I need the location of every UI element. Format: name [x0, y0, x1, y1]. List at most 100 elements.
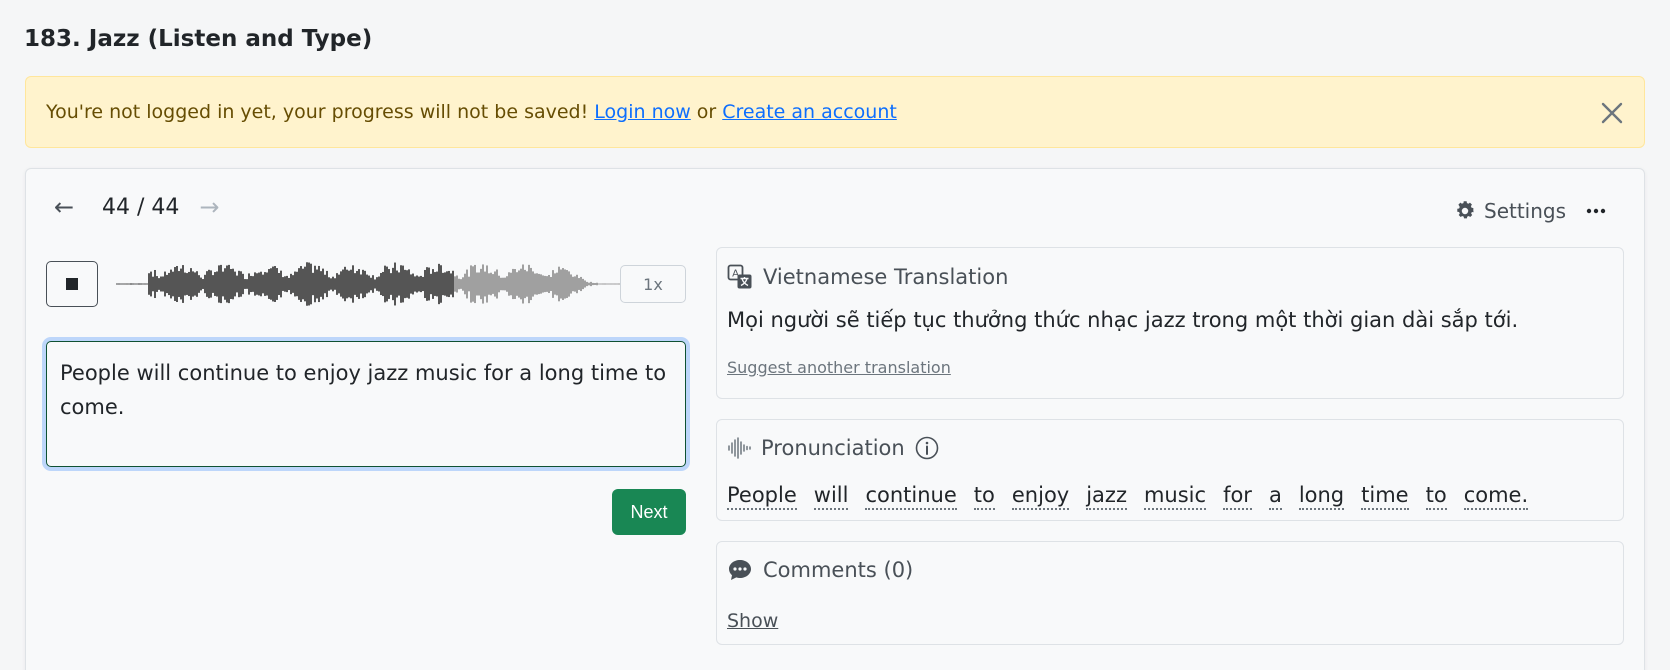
waveform-bar: [386, 266, 388, 302]
waveform-bar: [424, 269, 426, 299]
waveform-bar: [480, 268, 482, 300]
waveform-bar: [278, 273, 280, 295]
show-comments-link[interactable]: Show: [727, 610, 778, 632]
waveform-bar: [588, 282, 590, 286]
waveform-bar: [452, 270, 454, 298]
pronunciation-panel: Pronunciation People will continue to enjoy j…: [716, 419, 1624, 521]
waveform-bar: [296, 271, 298, 297]
pronunciation-word[interactable]: come.: [1463, 482, 1529, 510]
create-account-link[interactable]: Create an account: [722, 101, 897, 123]
waveform-bar: [542, 275, 544, 293]
translation-text: Mọi người sẽ tiếp tục thưởng thức nhạc j…: [727, 308, 1519, 332]
waveform-bar: [548, 274, 550, 294]
pronunciation-word[interactable]: long: [1298, 482, 1345, 510]
suggest-translation-link[interactable]: Suggest another translation: [727, 358, 951, 377]
waveform-bar: [218, 265, 220, 303]
waveform-bar: [192, 271, 194, 297]
waveform-bar: [418, 276, 420, 292]
waveform-bar: [612, 283, 614, 285]
waveform-bar: [342, 269, 344, 299]
waveform-bar: [564, 269, 566, 299]
waveform-bar: [334, 278, 336, 290]
waveform-bar: [310, 263, 312, 305]
waveform-bar: [172, 271, 174, 297]
waveform-bar: [488, 273, 490, 295]
waveform-bar: [140, 283, 142, 285]
login-link[interactable]: Login now: [594, 101, 691, 123]
waveform-bar: [490, 272, 492, 296]
waveform-bar: [532, 271, 534, 297]
answer-input[interactable]: [46, 341, 686, 467]
waveform-bar: [120, 283, 122, 285]
pronunciation-heading: Pronunciation: [761, 436, 905, 460]
pronunciation-word[interactable]: a: [1268, 482, 1282, 510]
pronunciation-word[interactable]: to: [1425, 482, 1447, 510]
waveform-bar: [184, 272, 186, 296]
prev-arrow-icon[interactable]: ←: [54, 193, 84, 221]
stop-button[interactable]: [46, 261, 98, 307]
waveform-bar: [314, 265, 316, 303]
playback-speed-button[interactable]: 1x: [620, 265, 686, 303]
waveform-bar: [256, 273, 258, 295]
waveform-bar: [592, 282, 594, 286]
chat-icon: [729, 560, 751, 580]
waveform-bar: [616, 283, 618, 285]
pronunciation-word[interactable]: music: [1143, 482, 1207, 510]
pronunciation-word[interactable]: will: [813, 482, 849, 510]
waveform-bar: [148, 273, 150, 295]
next-arrow-icon[interactable]: →: [199, 193, 229, 221]
waveform-bar: [134, 283, 136, 285]
waveform-bar: [350, 269, 352, 299]
waveform-bar: [472, 266, 474, 302]
pronunciation-word[interactable]: People: [727, 482, 797, 510]
info-icon[interactable]: [915, 436, 939, 460]
waveform-bar: [240, 271, 242, 297]
waveform-bar: [554, 273, 556, 295]
waveform-bar: [432, 269, 434, 299]
close-icon[interactable]: [1598, 99, 1626, 127]
pronunciation-word[interactable]: continue: [865, 482, 957, 510]
pronunciation-word[interactable]: for: [1223, 482, 1252, 510]
waveform-bar: [400, 265, 402, 303]
waveform-bar: [372, 275, 374, 293]
gear-icon: [1457, 201, 1474, 219]
waveform-bar: [130, 283, 132, 285]
waveform-bar: [236, 275, 238, 293]
waveform-bar: [510, 272, 512, 296]
next-button[interactable]: Next: [612, 489, 686, 535]
waveform-bar: [270, 268, 272, 300]
waveform-bar: [226, 265, 228, 303]
waveform-bar: [456, 275, 458, 293]
waveform-bar: [566, 270, 568, 298]
waveform-bar: [328, 277, 330, 291]
pronunciation-word[interactable]: jazz: [1086, 482, 1127, 510]
waveform-bar: [248, 273, 250, 295]
waveform-bar: [194, 272, 196, 296]
pronunciation-word[interactable]: to: [973, 482, 995, 510]
waveform-bar: [282, 277, 284, 291]
waveform-bar: [572, 276, 574, 292]
more-options-icon[interactable]: [1586, 201, 1606, 220]
waveform-bar: [492, 274, 494, 294]
waveform-bar: [208, 269, 210, 299]
waveform-bar: [518, 270, 520, 298]
waveform-bar: [608, 283, 610, 285]
waveform-bar: [514, 269, 516, 299]
waveform-bar: [460, 279, 462, 289]
waveform-bar: [382, 271, 384, 297]
audio-waveform[interactable]: [116, 245, 636, 323]
waveform-bar: [166, 274, 168, 294]
waveform-bar: [466, 269, 468, 299]
waveform-bar: [146, 283, 148, 285]
waveform-bar: [180, 268, 182, 300]
waveform-bar: [178, 271, 180, 297]
comments-panel: Comments (0) Show: [716, 541, 1624, 645]
pronunciation-word[interactable]: enjoy: [1011, 482, 1070, 510]
waveform-bar: [224, 268, 226, 300]
waveform-bar: [216, 271, 218, 297]
settings-button[interactable]: Settings: [1454, 199, 1566, 223]
pronunciation-word[interactable]: time: [1361, 482, 1409, 510]
waveform-bar: [394, 262, 396, 306]
waveform-bar: [404, 269, 406, 299]
waveform-bar: [574, 276, 576, 292]
